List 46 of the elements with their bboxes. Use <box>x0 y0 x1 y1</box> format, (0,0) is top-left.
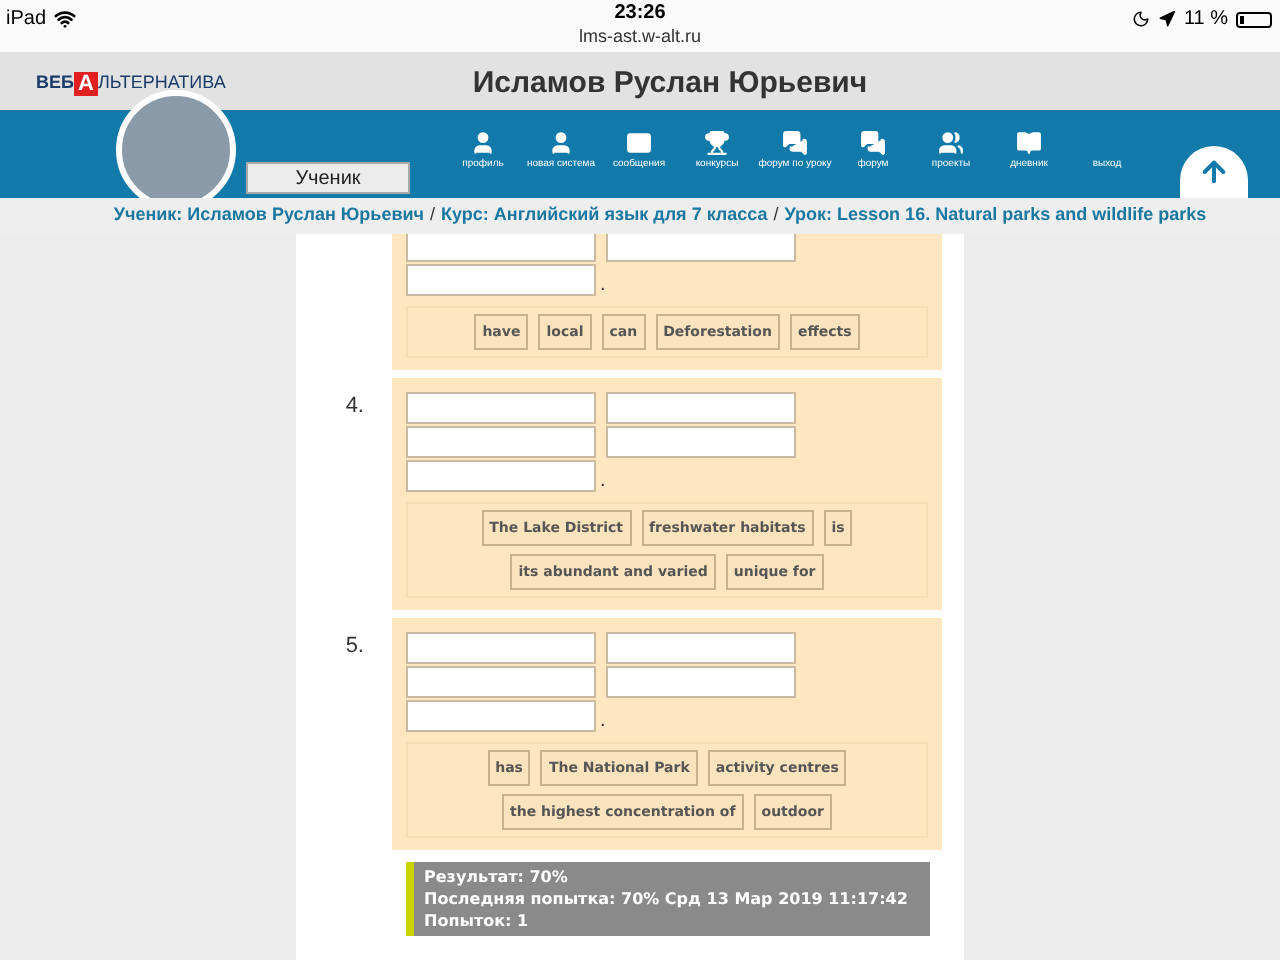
exercise-number: 4. <box>345 394 364 418</box>
scroll-top-button[interactable] <box>1180 146 1248 198</box>
chat-icon <box>782 129 808 155</box>
battery-icon <box>1236 11 1272 27</box>
breadcrumb-link[interactable]: Урок: Lesson 16. Natural parks and wildlife parks <box>784 202 1207 230</box>
chat-icon <box>860 129 886 155</box>
answer-field[interactable] <box>606 234 796 262</box>
device-name: iPad <box>6 6 47 34</box>
exercise-number: 5. <box>345 634 364 658</box>
answer-field[interactable] <box>406 234 596 262</box>
answer-field[interactable] <box>406 460 596 492</box>
battery-percent: 11 % <box>1183 6 1228 34</box>
answer-field[interactable] <box>606 666 796 698</box>
url-text: lms-ast.w-alt.ru <box>578 26 701 48</box>
answer-field[interactable] <box>406 666 596 698</box>
clock: 23:26 <box>614 0 666 26</box>
end-mark: . <box>600 712 606 732</box>
result-line: Результат: 70% <box>424 866 570 888</box>
end-mark: . <box>600 472 606 492</box>
person-icon <box>548 129 574 155</box>
end-mark: . <box>600 276 606 296</box>
wifi-icon <box>54 8 77 30</box>
book-icon <box>1016 129 1042 155</box>
breadcrumb-link[interactable]: Ученик: Исламов Руслан Юрьевич <box>113 202 424 230</box>
answer-field[interactable] <box>606 632 796 664</box>
role-label: Ученик <box>246 162 410 194</box>
trophy-icon <box>704 129 730 155</box>
answer-field[interactable] <box>406 264 596 296</box>
arrow-up-icon <box>1198 156 1230 188</box>
breadcrumb-link[interactable]: Курс: Английский язык для 7 класса <box>441 202 768 230</box>
breadcrumb-separator: / <box>773 202 779 229</box>
answer-field[interactable] <box>606 392 796 424</box>
breadcrumb-separator: / <box>430 202 436 229</box>
answer-field[interactable] <box>406 700 596 732</box>
answer-field[interactable] <box>406 392 596 424</box>
person-icon <box>470 129 496 155</box>
moon-icon <box>1131 10 1150 28</box>
location-icon <box>1157 10 1176 28</box>
answer-field[interactable] <box>406 632 596 664</box>
logo: ВЕБ А ЛЬТЕРНАТИВА <box>36 70 226 97</box>
people-icon <box>938 129 964 155</box>
result-line: Попыток: 1 <box>424 910 531 932</box>
answer-field[interactable] <box>406 426 596 458</box>
user-name: Исламов Руслан Юрьевич <box>472 63 868 103</box>
result-line: Последняя попытка: 70% Срд 13 Мар 2019 11:17:42 <box>424 888 910 910</box>
answer-field[interactable] <box>606 426 796 458</box>
